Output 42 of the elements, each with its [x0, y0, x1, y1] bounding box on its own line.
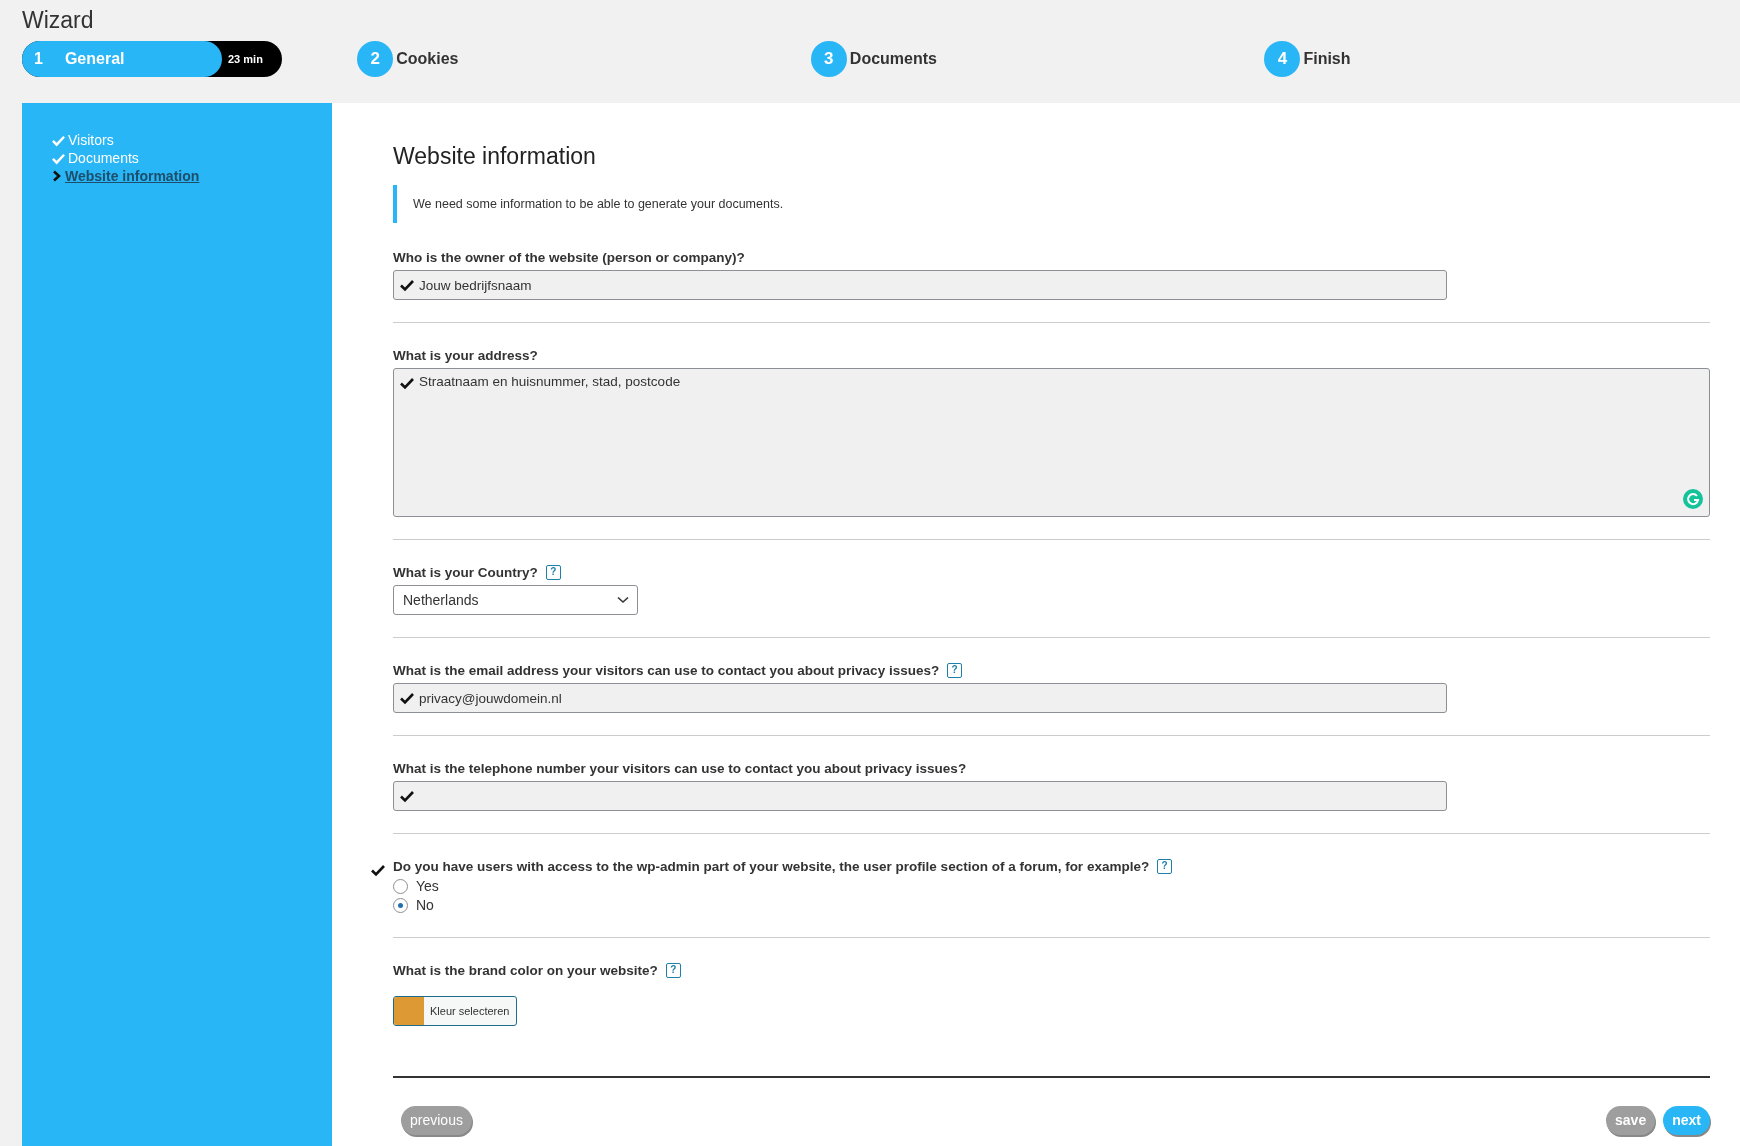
help-icon[interactable]: ?: [665, 963, 681, 979]
input-field[interactable]: privacy@jouwdomein.nl: [393, 683, 1447, 714]
step-label: Documents: [849, 49, 937, 69]
page-title: Wizard: [22, 6, 95, 34]
step-label: Cookies: [396, 49, 459, 69]
radio-option[interactable]: No: [393, 896, 1710, 916]
step-tab[interactable]: 4 Finish: [1264, 41, 1351, 77]
input-field[interactable]: [393, 781, 1447, 812]
step-number: 2: [357, 41, 394, 77]
field-label: What is your Country?: [393, 564, 538, 582]
step-label: General: [64, 49, 125, 69]
step-tab[interactable]: 3 Documents: [810, 41, 937, 77]
radio-option[interactable]: Yes: [393, 877, 1710, 897]
help-icon[interactable]: ?: [545, 565, 561, 581]
field-label: Do you have users with access to the wp-admin part of your website, the user profile section of a forum, for example?: [393, 858, 1150, 876]
step-tab[interactable]: 1 General 23 min: [22, 41, 282, 77]
color-picker-button[interactable]: Kleur selecteren: [393, 996, 517, 1027]
step-duration: 23 min: [227, 51, 263, 67]
step-tab[interactable]: 2 Cookies: [357, 41, 459, 77]
radio-label: Yes: [416, 877, 439, 897]
section-title: Website information: [393, 143, 597, 171]
country-select[interactable]: Netherlands: [393, 585, 638, 616]
input-field[interactable]: Jouw bedrijfsnaam: [393, 270, 1447, 301]
help-icon[interactable]: ?: [947, 663, 963, 679]
field-label: What is the brand color on your website?: [393, 962, 658, 980]
field-label: Who is the owner of the website (person or company)?: [393, 249, 745, 267]
step-label: Finish: [1303, 49, 1351, 69]
field-label: What is the email address your visitors can use to contact you about privacy issues?: [393, 662, 940, 680]
step-number: 3: [810, 41, 847, 77]
step-number: 4: [1264, 41, 1301, 77]
textarea-field[interactable]: Straatnaam en huisnummer, stad, postcode: [393, 368, 1710, 518]
radio-button[interactable]: [393, 898, 408, 914]
help-icon[interactable]: ?: [1157, 859, 1173, 875]
chevron-down-icon: [617, 596, 629, 605]
step-number: 1: [34, 49, 43, 69]
grammar-check-icon[interactable]: [1683, 489, 1703, 510]
sidebar-link[interactable]: Website information: [65, 167, 200, 185]
field-label: What is your address?: [393, 347, 538, 365]
field-label: What is the telephone number your visitors can use to contact you about privacy issues?: [393, 760, 967, 778]
radio-label: No: [416, 896, 434, 916]
info-note: We need some information to be able to generate your documents.: [393, 184, 1710, 224]
radio-button[interactable]: [393, 879, 408, 895]
